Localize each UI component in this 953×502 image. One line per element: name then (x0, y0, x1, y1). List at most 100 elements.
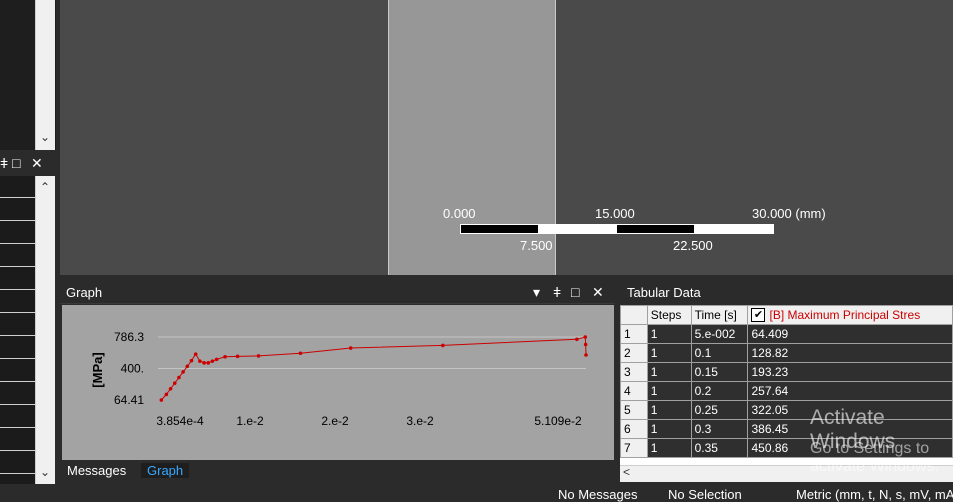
y-tick-label: 786.3 (114, 330, 144, 344)
time-cell[interactable]: 5.e-002 (690, 324, 749, 344)
time-cell[interactable]: 0.3 (690, 419, 749, 439)
time-cell[interactable]: 0.35 (690, 438, 749, 458)
dropdown-icon[interactable]: ▾ (533, 282, 540, 302)
data-point (348, 346, 353, 350)
scale-label-0: 0.000 (443, 206, 476, 221)
maximize-icon[interactable]: □ (571, 282, 579, 302)
data-point (298, 351, 303, 356)
data-point (235, 354, 240, 359)
stress-value-cell[interactable]: 257.64 (747, 381, 953, 401)
scroll-down-icon[interactable]: ⌄ (35, 127, 55, 147)
time-cell[interactable]: 0.2 (690, 381, 749, 401)
data-point (575, 337, 579, 342)
tab-graph[interactable]: Graph (141, 463, 190, 478)
data-point (583, 335, 588, 339)
steps-cell[interactable]: 1 (646, 381, 692, 401)
data-point (441, 343, 445, 348)
list-item[interactable] (0, 243, 35, 244)
list-item[interactable] (0, 197, 35, 198)
details-scrollbar[interactable] (35, 176, 55, 484)
close-icon[interactable]: ✕ (592, 282, 604, 302)
list-item[interactable] (0, 289, 35, 290)
x-tick-label: 3.e-2 (406, 414, 434, 428)
data-point (177, 375, 181, 380)
y-tick-label: 64.41 (114, 393, 144, 407)
data-point (189, 358, 194, 363)
row-number-cell[interactable]: 5 (620, 400, 648, 420)
scale-label-7-5: 7.500 (520, 238, 553, 253)
list-item[interactable] (0, 450, 35, 451)
table-header-row: Steps Time [s] ✔ [B] Maximum Principal St… (620, 305, 953, 325)
y-axis-label: [MPa] (90, 352, 105, 387)
scale-label-30: 30.000 (mm) (752, 206, 826, 221)
table-row[interactable]: 4 1 0.2 257.64 (620, 381, 953, 401)
list-item[interactable] (0, 427, 35, 428)
data-point (193, 352, 198, 356)
list-item[interactable] (0, 404, 35, 405)
time-cell[interactable]: 0.25 (690, 400, 749, 420)
data-point (181, 370, 185, 374)
x-tick-label: 3.854e-4 (156, 414, 204, 428)
graph-area[interactable]: 786.3 400. 64.41 3.854e-4 1.e-2 2.e-2 3.e-2 5.1… (62, 305, 614, 460)
scale-label-22-5: 22.500 (673, 238, 713, 253)
data-point (256, 354, 261, 358)
row-number-cell[interactable]: 6 (620, 419, 648, 439)
scroll-left-icon[interactable]: < (623, 465, 630, 479)
data-point (172, 381, 177, 385)
row-number-cell[interactable]: 3 (620, 362, 648, 382)
list-item[interactable] (0, 220, 35, 221)
steps-cell[interactable]: 1 (646, 362, 692, 382)
steps-cell[interactable]: 1 (646, 438, 692, 458)
pin-icon[interactable]: ǂ (553, 282, 561, 302)
table-row[interactable]: 3 1 0.15 193.23 (620, 362, 953, 382)
graph-title: Graph (66, 285, 103, 300)
maximize-icon[interactable]: □ (12, 153, 20, 173)
list-item[interactable] (0, 266, 35, 267)
data-point (164, 392, 169, 397)
list-item[interactable] (0, 381, 35, 382)
row-number-cell[interactable]: 4 (620, 381, 648, 401)
status-units[interactable]: Metric (mm, t, N, s, mV, mA) (796, 487, 953, 502)
row-number-cell[interactable]: 7 (620, 438, 648, 458)
data-point (583, 342, 588, 347)
activation-watermark-subtitle: Go to Settings to activate Windows. (810, 440, 939, 475)
table-row[interactable]: 1 1 5.e-002 64.409 (620, 324, 953, 344)
list-item[interactable] (0, 312, 35, 313)
x-tick-label: 5.109e-2 (534, 414, 582, 428)
scroll-up-icon[interactable]: ⌃ (35, 178, 55, 196)
column-header-steps[interactable]: Steps (646, 305, 692, 325)
row-number-cell[interactable]: 1 (620, 324, 648, 344)
stress-value-cell[interactable]: 193.23 (747, 362, 953, 382)
data-point (159, 398, 164, 402)
status-messages[interactable]: No Messages (558, 487, 637, 502)
checkbox-icon[interactable]: ✔ (751, 308, 766, 323)
data-point (584, 353, 588, 357)
list-item[interactable] (0, 473, 35, 474)
steps-cell[interactable]: 1 (646, 400, 692, 420)
time-cell[interactable]: 0.1 (690, 343, 749, 363)
steps-cell[interactable]: 1 (646, 419, 692, 439)
scroll-down-icon[interactable]: ⌄ (35, 463, 55, 481)
scale-label-15: 15.000 (595, 206, 635, 221)
time-cell[interactable]: 0.15 (690, 362, 749, 382)
list-item[interactable] (0, 335, 35, 336)
steps-cell[interactable]: 1 (646, 343, 692, 363)
column-header-time[interactable]: Time [s] (690, 305, 749, 325)
data-point (206, 361, 211, 365)
stress-value-cell[interactable]: 128.82 (747, 343, 953, 363)
row-number-cell[interactable]: 2 (620, 343, 648, 363)
stress-time-chart[interactable]: 786.3 400. 64.41 3.854e-4 1.e-2 2.e-2 3.e-2 5.1… (62, 305, 614, 460)
scale-bar-segment (617, 225, 694, 233)
tab-messages[interactable]: Messages (67, 463, 126, 478)
details-panel-header: ǂ □ ✕ (0, 154, 58, 174)
stress-value-cell[interactable]: 64.409 (747, 324, 953, 344)
close-icon[interactable]: ✕ (31, 153, 43, 173)
data-point (198, 359, 202, 363)
steps-cell[interactable]: 1 (646, 324, 692, 344)
column-header-max-principal-stress[interactable]: ✔ [B] Maximum Principal Stres (747, 305, 953, 325)
data-point (185, 364, 190, 369)
status-selection: No Selection (668, 487, 742, 502)
table-row[interactable]: 2 1 0.1 128.82 (620, 343, 953, 363)
pin-icon[interactable]: ǂ (0, 153, 8, 173)
list-item[interactable] (0, 358, 35, 359)
